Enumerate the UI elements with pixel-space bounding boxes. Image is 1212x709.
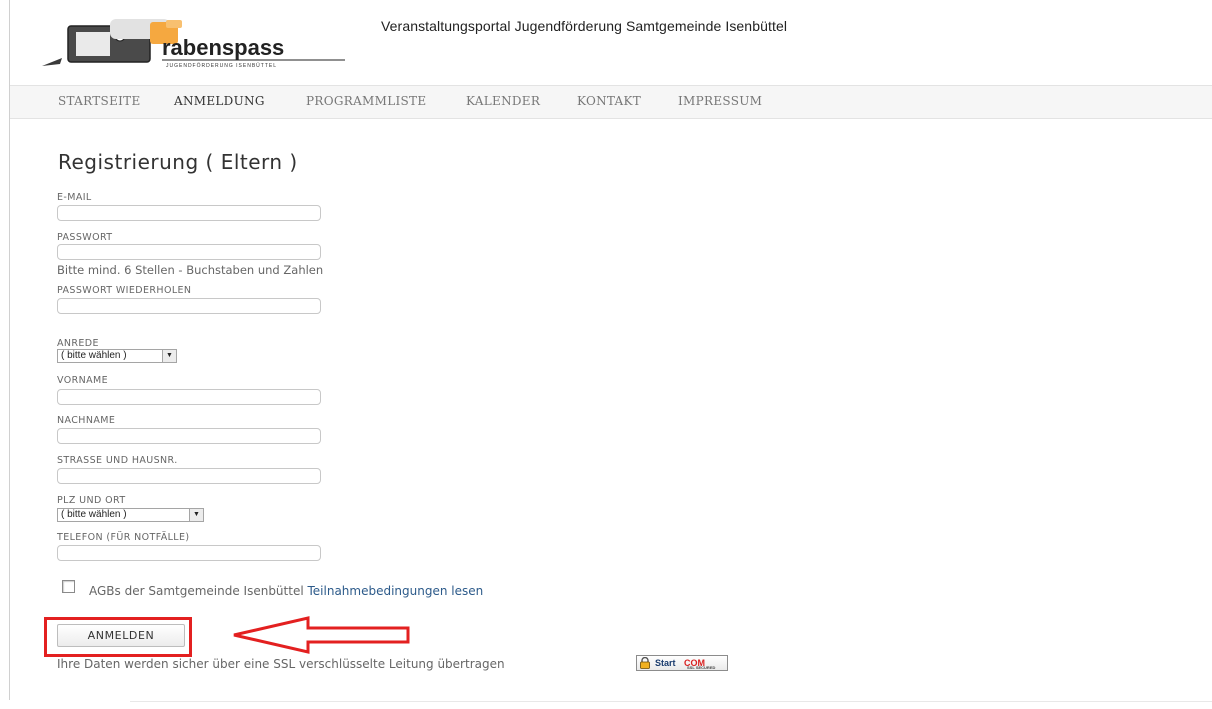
- salutation-label: ANREDE: [57, 338, 99, 349]
- agb-text: AGBs der Samtgemeinde Isenbüttel Teilnah…: [89, 584, 483, 598]
- password-field[interactable]: [57, 244, 321, 260]
- startcom-ssl-badge[interactable]: Start COM SSL SECURED: [636, 655, 728, 671]
- site-title: Veranstaltungsportal Jugendförderung Sam…: [381, 18, 788, 34]
- badge-text-secured: SSL SECURED: [687, 665, 716, 670]
- password-repeat-field[interactable]: [57, 298, 321, 314]
- lastname-label: NACHNAME: [57, 415, 116, 426]
- zip-city-select-value: ( bitte wählen ): [61, 509, 127, 520]
- salutation-select-value: ( bitte wählen ): [61, 350, 127, 361]
- logo-wordmark: rabenspass: [162, 35, 284, 60]
- agb-label: AGBs der Samtgemeinde Isenbüttel: [89, 584, 304, 598]
- zip-city-select[interactable]: ( bitte wählen ) ▼: [57, 508, 204, 522]
- password-label: PASSWORT: [57, 232, 113, 243]
- pointer-arrow-annotation: [233, 616, 410, 654]
- phone-field[interactable]: [57, 545, 321, 561]
- nav-item-impressum[interactable]: IMPRESSUM: [678, 94, 762, 108]
- phone-label: TELEFON (FÜR NOTFÄLLE): [57, 532, 190, 543]
- email-field[interactable]: [57, 205, 321, 221]
- logo-subtitle: JUGENDFÖRDERUNG ISENBÜTTEL: [166, 62, 277, 69]
- lock-icon: [640, 657, 650, 669]
- submit-button[interactable]: ANMELDEN: [57, 624, 185, 647]
- lastname-field[interactable]: [57, 428, 321, 444]
- dropdown-arrow-icon: ▼: [189, 509, 203, 521]
- rabenspass-logo[interactable]: rabenspass JUGENDFÖRDERUNG ISENBÜTTEL: [40, 14, 350, 70]
- nav-item-kontakt[interactable]: KONTAKT: [577, 94, 641, 108]
- password-hint: Bitte mind. 6 Stellen - Buchstaben und Z…: [57, 263, 324, 277]
- footer-divider: [130, 701, 1212, 702]
- nav-item-anmeldung[interactable]: ANMELDUNG: [174, 94, 265, 108]
- password-repeat-label: PASSWORT WIEDERHOLEN: [57, 285, 192, 296]
- zip-city-label: PLZ UND ORT: [57, 495, 126, 506]
- badge-text-start: Start: [655, 658, 676, 668]
- page-title: Registrierung ( Eltern ): [58, 150, 298, 174]
- firstname-label: VORNAME: [57, 375, 109, 386]
- ssl-notice: Ihre Daten werden sicher über eine SSL v…: [57, 657, 505, 671]
- nav-item-programmliste[interactable]: PROGRAMMLISTE: [306, 94, 426, 108]
- email-label: E-MAIL: [57, 192, 92, 203]
- agb-checkbox[interactable]: [62, 580, 75, 593]
- street-field[interactable]: [57, 468, 321, 484]
- nav-item-kalender[interactable]: KALENDER: [466, 94, 540, 108]
- firstname-field[interactable]: [57, 389, 321, 405]
- terms-link[interactable]: Teilnahmebedingungen lesen: [308, 584, 484, 598]
- nav-item-startseite[interactable]: STARTSEITE: [58, 94, 141, 108]
- salutation-select[interactable]: ( bitte wählen ) ▼: [57, 349, 177, 363]
- dropdown-arrow-icon: ▼: [162, 350, 176, 362]
- street-label: STRASSE UND HAUSNR.: [57, 455, 178, 466]
- main-navigation: STARTSEITE ANMELDUNG PROGRAMMLISTE KALEN…: [10, 85, 1212, 119]
